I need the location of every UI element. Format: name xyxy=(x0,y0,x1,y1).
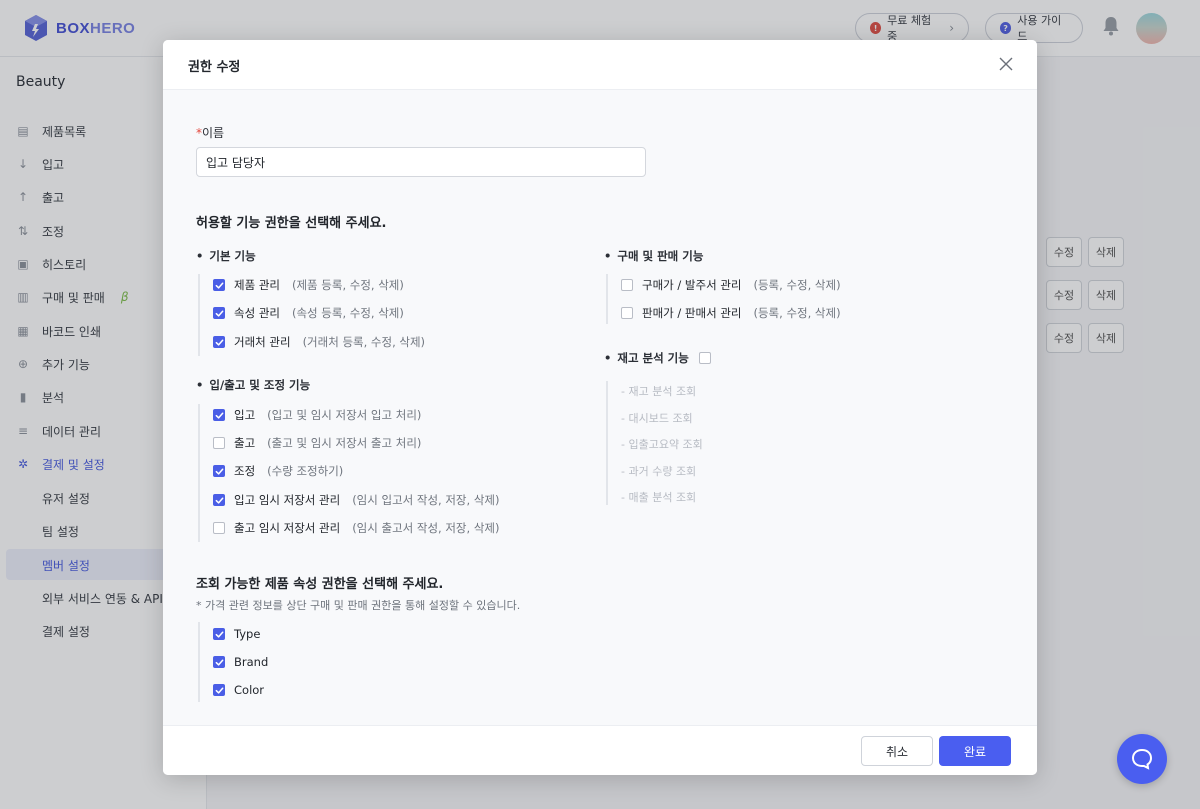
inout-group-title: • 입/출고 및 조정 기능 xyxy=(196,378,311,392)
chat-icon xyxy=(1131,748,1153,770)
feature-section-title: 허용할 기능 권한을 선택해 주세요. xyxy=(196,216,387,231)
modal-footer: 취소 완료 xyxy=(163,725,1037,775)
group-divider xyxy=(606,274,608,324)
analysis-item: - 대시보드 조회 xyxy=(621,412,693,425)
perm-stock-in[interactable]: 입고 (입고 및 임시 저장서 입고 처리) xyxy=(213,407,421,423)
analysis-checkbox[interactable] xyxy=(698,352,711,364)
analysis-item: - 매출 분석 조회 xyxy=(621,491,697,504)
perm-stock-out-draft[interactable]: 출고 임시 저장서 관리 (임시 출고서 작성, 저장, 삭제) xyxy=(213,520,499,536)
attr-section-title: 조회 가능한 제품 속성 권한을 선택해 주세요. xyxy=(196,577,444,592)
cancel-button[interactable]: 취소 xyxy=(861,736,933,766)
modal-title: 권한 수정 xyxy=(188,60,241,75)
checkbox-checked[interactable] xyxy=(213,409,225,421)
perm-partner-manage[interactable]: 거래처 관리 (거래처 등록, 수정, 삭제) xyxy=(213,334,425,350)
checkbox-checked[interactable] xyxy=(213,494,225,506)
analysis-item: - 입출고요약 조회 xyxy=(621,438,703,451)
checkbox-checked[interactable] xyxy=(213,656,225,668)
confirm-button[interactable]: 완료 xyxy=(939,736,1011,766)
purchase-group-title: • 구매 및 판매 기능 xyxy=(604,249,704,263)
checkbox-unchecked[interactable] xyxy=(213,437,225,449)
checkbox-checked[interactable] xyxy=(213,307,225,319)
perm-adjust[interactable]: 조정 (수량 조정하기) xyxy=(213,463,343,479)
checkbox-checked[interactable] xyxy=(213,336,225,348)
checkbox-checked[interactable] xyxy=(213,279,225,291)
perm-purchase-order[interactable]: 구매가 / 발주서 관리 (등록, 수정, 삭제) xyxy=(621,277,841,293)
basic-group-title: • 기본 기능 xyxy=(196,249,256,263)
perm-stock-out[interactable]: 출고 (출고 및 임시 저장서 출고 처리) xyxy=(213,435,421,451)
attr-brand[interactable]: Brand xyxy=(213,654,268,670)
checkbox-unchecked[interactable] xyxy=(621,307,633,319)
edit-permission-modal: 권한 수정 *이름 허용할 기능 권한을 선택해 주세요. •기본 기능 제품 … xyxy=(163,40,1037,775)
group-divider xyxy=(198,622,200,702)
checkbox-checked[interactable] xyxy=(213,465,225,477)
checkbox-checked[interactable] xyxy=(213,684,225,696)
close-icon[interactable] xyxy=(997,55,1015,73)
analysis-item: - 과거 수량 조회 xyxy=(621,465,697,478)
checkbox-checked[interactable] xyxy=(213,628,225,640)
attr-color[interactable]: Color xyxy=(213,682,264,698)
chat-button[interactable] xyxy=(1117,734,1167,784)
perm-stock-in-draft[interactable]: 입고 임시 저장서 관리 (임시 입고서 작성, 저장, 삭제) xyxy=(213,492,499,508)
analysis-group-title: • 재고 분석 기능 xyxy=(604,350,711,366)
group-divider xyxy=(606,381,608,505)
checkbox-unchecked[interactable] xyxy=(621,279,633,291)
checkbox-unchecked[interactable] xyxy=(213,522,225,534)
name-label: *이름 xyxy=(196,126,225,140)
modal-header: 권한 수정 xyxy=(163,40,1037,90)
attr-note: * 가격 관련 정보를 상단 구매 및 판매 권한을 통해 설정할 수 있습니다… xyxy=(196,599,521,612)
name-input[interactable] xyxy=(196,147,646,177)
group-divider xyxy=(198,274,200,356)
perm-attribute-manage[interactable]: 속성 관리 (속성 등록, 수정, 삭제) xyxy=(213,305,404,321)
perm-sales-order[interactable]: 판매가 / 판매서 관리 (등록, 수정, 삭제) xyxy=(621,305,841,321)
analysis-item: - 재고 분석 조회 xyxy=(621,385,697,398)
group-divider xyxy=(198,404,200,542)
perm-product-manage[interactable]: 제품 관리 (제품 등록, 수정, 삭제) xyxy=(213,277,404,293)
attr-type[interactable]: Type xyxy=(213,626,260,642)
